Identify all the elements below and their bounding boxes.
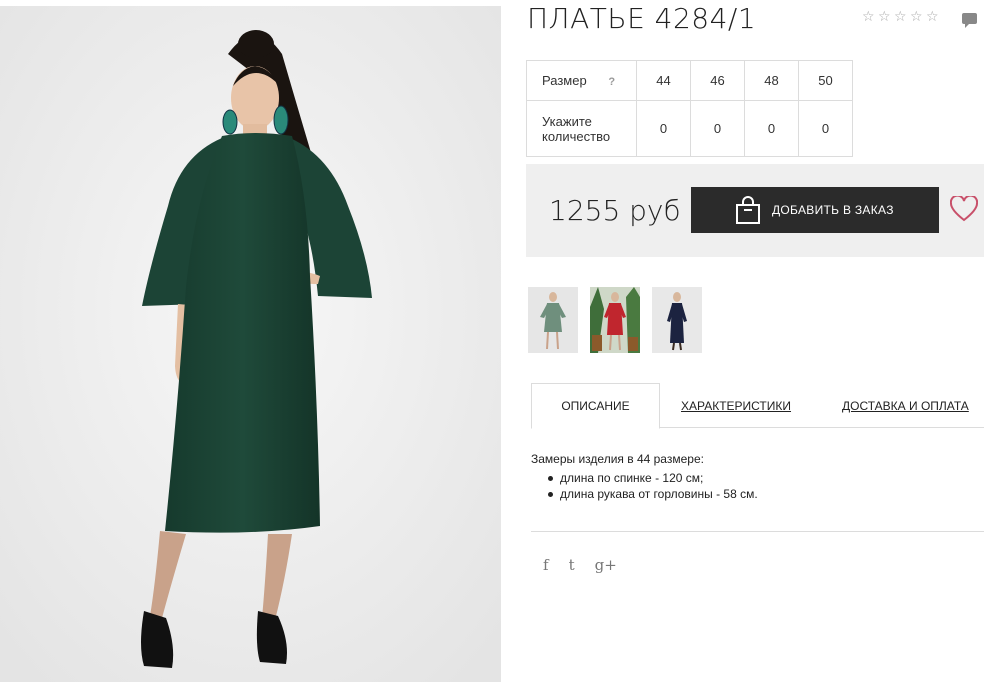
quantity-input[interactable]: 0 (636, 100, 691, 157)
quantity-label-cell: Укажите количество (526, 100, 637, 157)
shopping-bag-icon (736, 196, 760, 224)
tab-description[interactable]: ОПИСАНИЕ (531, 383, 660, 429)
size-label-cell: Размер ? (526, 60, 637, 101)
divider (531, 531, 984, 532)
rating-stars[interactable]: ☆ ☆ ☆ ☆ ☆ (862, 9, 940, 23)
favorite-heart-icon[interactable] (950, 196, 978, 222)
quantity-label-line2: количество (542, 128, 611, 144)
star-icon[interactable]: ☆ (894, 9, 908, 23)
add-to-order-button[interactable]: ДОБАВИТЬ В ЗАКАЗ (691, 187, 939, 233)
thumbnail-navy-dress[interactable] (652, 287, 702, 353)
tab-delivery[interactable]: ДОСТАВКА И ОПЛАТА (842, 383, 969, 428)
size-table: Размер ? 44 46 48 50 Укажите количество … (526, 60, 853, 157)
list-item: длина по спинке - 120 см; (548, 471, 758, 485)
quantity-input[interactable]: 0 (798, 100, 853, 157)
measurements-list: длина по спинке - 120 см; длина рукава о… (531, 471, 758, 501)
star-icon[interactable]: ☆ (926, 9, 940, 23)
thumbnail-green-dress[interactable] (528, 287, 578, 353)
description-panel: Замеры изделия в 44 размере: длина по сп… (531, 452, 758, 503)
description-intro: Замеры изделия в 44 размере: (531, 452, 704, 466)
quantity-input[interactable]: 0 (744, 100, 799, 157)
size-help-icon[interactable]: ? (608, 76, 615, 88)
comment-icon[interactable] (961, 11, 978, 29)
facebook-icon[interactable]: f (543, 556, 549, 574)
quantity-label-line1: Укажите (542, 113, 592, 129)
size-option: 44 (636, 60, 691, 101)
size-option: 46 (690, 60, 745, 101)
price-value: 1255 руб (549, 194, 681, 227)
quantity-input[interactable]: 0 (690, 100, 745, 157)
product-main-image[interactable] (0, 6, 501, 682)
product-title: ПЛАТЬЕ 4284/1 (527, 2, 757, 35)
price-panel: 1255 руб ДОБАВИТЬ В ЗАКАЗ (526, 164, 984, 257)
twitter-icon[interactable]: t (569, 556, 575, 574)
social-share: f t g+ (543, 556, 617, 574)
star-icon[interactable]: ☆ (862, 9, 876, 23)
star-icon[interactable]: ☆ (910, 9, 924, 23)
add-to-order-label: ДОБАВИТЬ В ЗАКАЗ (772, 203, 894, 217)
thumbnail-gallery (528, 287, 702, 353)
size-option: 48 (744, 60, 799, 101)
size-label: Размер (542, 73, 587, 88)
star-icon[interactable]: ☆ (878, 9, 892, 23)
product-tabs: ОПИСАНИЕ ХАРАКТЕРИСТИКИ ДОСТАВКА И ОПЛАТ… (531, 383, 984, 429)
model-photo (0, 6, 501, 682)
thumbnail-red-dress[interactable] (590, 287, 640, 353)
list-item: длина рукава от горловины - 58 см. (548, 487, 758, 501)
tab-characteristics[interactable]: ХАРАКТЕРИСТИКИ (681, 383, 791, 428)
size-option: 50 (798, 60, 853, 101)
google-plus-icon[interactable]: g+ (595, 556, 617, 574)
